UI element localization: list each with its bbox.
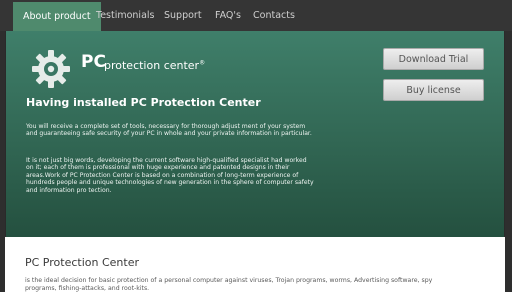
tab-support[interactable]: Support [164,0,202,31]
gear-icon [32,50,70,88]
tab-faqs[interactable]: FAQ's [215,0,241,31]
section-title: PC Protection Center [25,256,139,269]
tab-about-product[interactable]: About product [13,2,101,31]
download-trial-button[interactable]: Download Trial [383,48,484,70]
logo-text: PC [81,52,106,72]
section-text: is the ideal decision for basic protecti… [25,277,433,292]
tab-contacts[interactable]: Contacts [253,0,295,31]
hero-paragraph: You will receive a complete set of tools… [26,123,312,138]
hero-title: Having installed PC Protection Center [26,96,261,109]
hero-paragraph: It is not just big words, developing the… [26,157,314,194]
hero-banner: PC protection center® Having installed P… [5,31,505,237]
logo-subtitle: protection center® [104,59,206,72]
tab-testimonials[interactable]: Testimonials [96,0,154,31]
trademark-mark: ® [199,59,206,67]
buy-license-button[interactable]: Buy license [383,79,484,101]
content-section: PC Protection Center is the ideal decisi… [5,237,505,292]
top-nav: About product Testimonials Support FAQ's… [0,0,512,31]
